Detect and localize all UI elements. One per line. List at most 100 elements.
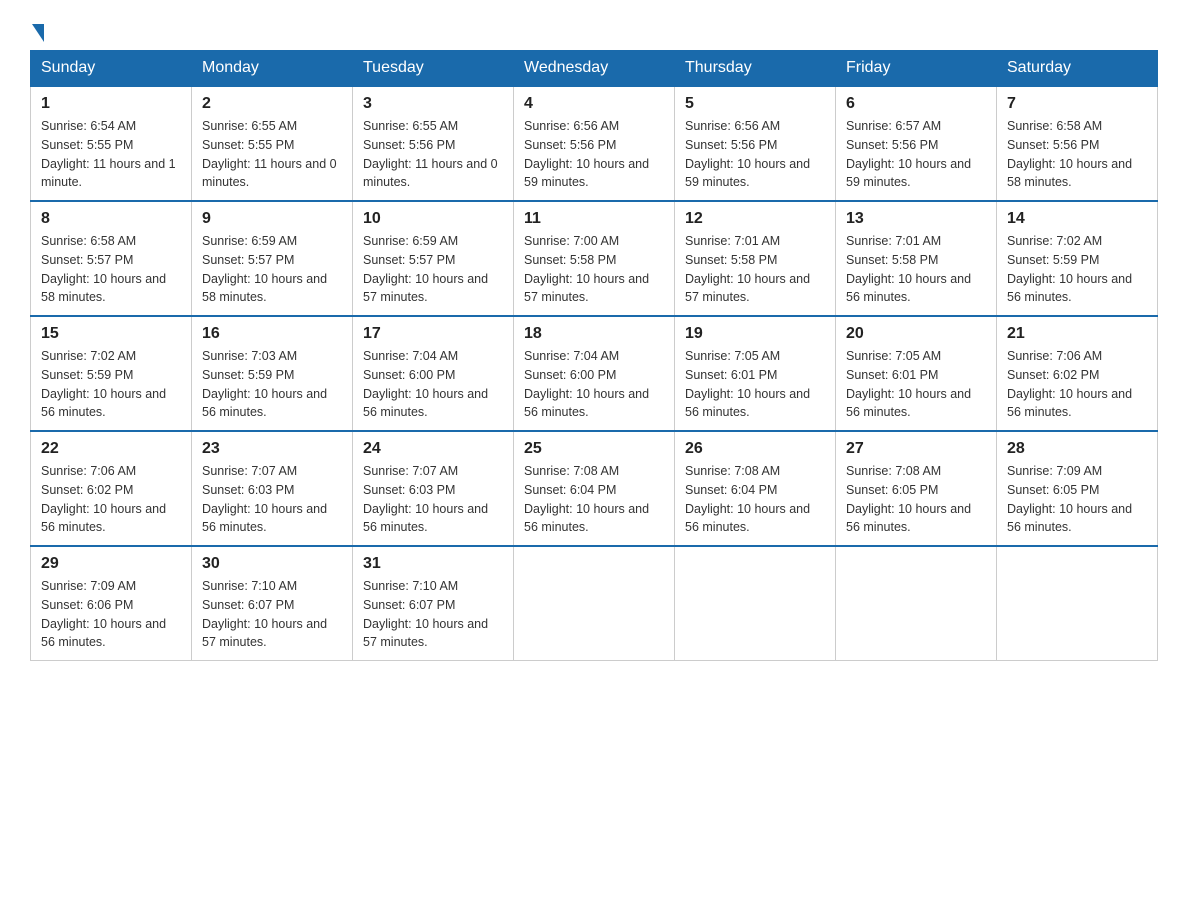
day-info: Sunrise: 7:05 AMSunset: 6:01 PMDaylight:…: [685, 347, 825, 422]
day-info: Sunrise: 7:09 AMSunset: 6:05 PMDaylight:…: [1007, 462, 1147, 537]
day-info: Sunrise: 6:58 AMSunset: 5:57 PMDaylight:…: [41, 232, 181, 307]
day-info: Sunrise: 7:07 AMSunset: 6:03 PMDaylight:…: [363, 462, 503, 537]
day-info: Sunrise: 7:02 AMSunset: 5:59 PMDaylight:…: [41, 347, 181, 422]
day-info: Sunrise: 6:58 AMSunset: 5:56 PMDaylight:…: [1007, 117, 1147, 192]
calendar-cell: 24 Sunrise: 7:07 AMSunset: 6:03 PMDaylig…: [353, 431, 514, 546]
calendar-cell: 27 Sunrise: 7:08 AMSunset: 6:05 PMDaylig…: [836, 431, 997, 546]
day-info: Sunrise: 7:08 AMSunset: 6:04 PMDaylight:…: [524, 462, 664, 537]
calendar-cell: [675, 546, 836, 661]
calendar-cell: 7 Sunrise: 6:58 AMSunset: 5:56 PMDayligh…: [997, 86, 1158, 201]
day-number: 19: [685, 325, 825, 343]
calendar-cell: 13 Sunrise: 7:01 AMSunset: 5:58 PMDaylig…: [836, 201, 997, 316]
day-number: 31: [363, 555, 503, 573]
day-number: 7: [1007, 95, 1147, 113]
calendar-week-row: 8 Sunrise: 6:58 AMSunset: 5:57 PMDayligh…: [31, 201, 1158, 316]
calendar-cell: 8 Sunrise: 6:58 AMSunset: 5:57 PMDayligh…: [31, 201, 192, 316]
day-info: Sunrise: 7:04 AMSunset: 6:00 PMDaylight:…: [363, 347, 503, 422]
day-info: Sunrise: 7:06 AMSunset: 6:02 PMDaylight:…: [41, 462, 181, 537]
day-number: 27: [846, 440, 986, 458]
day-number: 12: [685, 210, 825, 228]
calendar-week-row: 29 Sunrise: 7:09 AMSunset: 6:06 PMDaylig…: [31, 546, 1158, 661]
calendar-cell: 3 Sunrise: 6:55 AMSunset: 5:56 PMDayligh…: [353, 86, 514, 201]
day-info: Sunrise: 7:03 AMSunset: 5:59 PMDaylight:…: [202, 347, 342, 422]
calendar-cell: 25 Sunrise: 7:08 AMSunset: 6:04 PMDaylig…: [514, 431, 675, 546]
day-info: Sunrise: 6:56 AMSunset: 5:56 PMDaylight:…: [685, 117, 825, 192]
calendar-cell: [836, 546, 997, 661]
day-number: 13: [846, 210, 986, 228]
day-number: 17: [363, 325, 503, 343]
day-number: 29: [41, 555, 181, 573]
calendar-cell: 21 Sunrise: 7:06 AMSunset: 6:02 PMDaylig…: [997, 316, 1158, 431]
calendar-cell: 12 Sunrise: 7:01 AMSunset: 5:58 PMDaylig…: [675, 201, 836, 316]
calendar-cell: 23 Sunrise: 7:07 AMSunset: 6:03 PMDaylig…: [192, 431, 353, 546]
day-number: 18: [524, 325, 664, 343]
day-number: 22: [41, 440, 181, 458]
day-number: 23: [202, 440, 342, 458]
day-info: Sunrise: 7:09 AMSunset: 6:06 PMDaylight:…: [41, 577, 181, 652]
day-info: Sunrise: 7:04 AMSunset: 6:00 PMDaylight:…: [524, 347, 664, 422]
logo-arrow-icon: [32, 24, 44, 42]
calendar-cell: 2 Sunrise: 6:55 AMSunset: 5:55 PMDayligh…: [192, 86, 353, 201]
day-info: Sunrise: 6:59 AMSunset: 5:57 PMDaylight:…: [363, 232, 503, 307]
day-info: Sunrise: 7:07 AMSunset: 6:03 PMDaylight:…: [202, 462, 342, 537]
calendar-cell: 29 Sunrise: 7:09 AMSunset: 6:06 PMDaylig…: [31, 546, 192, 661]
day-info: Sunrise: 6:55 AMSunset: 5:56 PMDaylight:…: [363, 117, 503, 192]
day-info: Sunrise: 7:05 AMSunset: 6:01 PMDaylight:…: [846, 347, 986, 422]
day-header-thursday: Thursday: [675, 51, 836, 87]
day-number: 21: [1007, 325, 1147, 343]
day-info: Sunrise: 6:56 AMSunset: 5:56 PMDaylight:…: [524, 117, 664, 192]
day-number: 15: [41, 325, 181, 343]
day-number: 25: [524, 440, 664, 458]
day-number: 9: [202, 210, 342, 228]
calendar-week-row: 15 Sunrise: 7:02 AMSunset: 5:59 PMDaylig…: [31, 316, 1158, 431]
day-number: 28: [1007, 440, 1147, 458]
calendar-cell: 17 Sunrise: 7:04 AMSunset: 6:00 PMDaylig…: [353, 316, 514, 431]
calendar-cell: 30 Sunrise: 7:10 AMSunset: 6:07 PMDaylig…: [192, 546, 353, 661]
calendar-cell: 18 Sunrise: 7:04 AMSunset: 6:00 PMDaylig…: [514, 316, 675, 431]
day-header-wednesday: Wednesday: [514, 51, 675, 87]
calendar-cell: 20 Sunrise: 7:05 AMSunset: 6:01 PMDaylig…: [836, 316, 997, 431]
day-info: Sunrise: 6:57 AMSunset: 5:56 PMDaylight:…: [846, 117, 986, 192]
calendar-cell: 6 Sunrise: 6:57 AMSunset: 5:56 PMDayligh…: [836, 86, 997, 201]
calendar-cell: 16 Sunrise: 7:03 AMSunset: 5:59 PMDaylig…: [192, 316, 353, 431]
calendar-cell: 10 Sunrise: 6:59 AMSunset: 5:57 PMDaylig…: [353, 201, 514, 316]
day-number: 16: [202, 325, 342, 343]
day-number: 30: [202, 555, 342, 573]
day-info: Sunrise: 7:08 AMSunset: 6:04 PMDaylight:…: [685, 462, 825, 537]
calendar-week-row: 22 Sunrise: 7:06 AMSunset: 6:02 PMDaylig…: [31, 431, 1158, 546]
day-info: Sunrise: 7:01 AMSunset: 5:58 PMDaylight:…: [846, 232, 986, 307]
day-info: Sunrise: 6:55 AMSunset: 5:55 PMDaylight:…: [202, 117, 342, 192]
calendar-cell: 4 Sunrise: 6:56 AMSunset: 5:56 PMDayligh…: [514, 86, 675, 201]
calendar-cell: 28 Sunrise: 7:09 AMSunset: 6:05 PMDaylig…: [997, 431, 1158, 546]
calendar-cell: 1 Sunrise: 6:54 AMSunset: 5:55 PMDayligh…: [31, 86, 192, 201]
calendar-cell: 22 Sunrise: 7:06 AMSunset: 6:02 PMDaylig…: [31, 431, 192, 546]
day-number: 4: [524, 95, 664, 113]
calendar-table: SundayMondayTuesdayWednesdayThursdayFrid…: [30, 50, 1158, 661]
day-info: Sunrise: 6:54 AMSunset: 5:55 PMDaylight:…: [41, 117, 181, 192]
calendar-cell: 26 Sunrise: 7:08 AMSunset: 6:04 PMDaylig…: [675, 431, 836, 546]
calendar-cell: [997, 546, 1158, 661]
calendar-cell: 11 Sunrise: 7:00 AMSunset: 5:58 PMDaylig…: [514, 201, 675, 316]
day-number: 14: [1007, 210, 1147, 228]
day-header-monday: Monday: [192, 51, 353, 87]
day-info: Sunrise: 7:00 AMSunset: 5:58 PMDaylight:…: [524, 232, 664, 307]
day-info: Sunrise: 7:08 AMSunset: 6:05 PMDaylight:…: [846, 462, 986, 537]
day-number: 1: [41, 95, 181, 113]
day-info: Sunrise: 7:01 AMSunset: 5:58 PMDaylight:…: [685, 232, 825, 307]
calendar-cell: 14 Sunrise: 7:02 AMSunset: 5:59 PMDaylig…: [997, 201, 1158, 316]
day-header-sunday: Sunday: [31, 51, 192, 87]
day-number: 26: [685, 440, 825, 458]
day-number: 11: [524, 210, 664, 228]
day-info: Sunrise: 6:59 AMSunset: 5:57 PMDaylight:…: [202, 232, 342, 307]
calendar-header-row: SundayMondayTuesdayWednesdayThursdayFrid…: [31, 51, 1158, 87]
day-number: 6: [846, 95, 986, 113]
day-number: 2: [202, 95, 342, 113]
day-header-saturday: Saturday: [997, 51, 1158, 87]
day-number: 3: [363, 95, 503, 113]
calendar-cell: [514, 546, 675, 661]
calendar-week-row: 1 Sunrise: 6:54 AMSunset: 5:55 PMDayligh…: [31, 86, 1158, 201]
day-number: 20: [846, 325, 986, 343]
day-number: 24: [363, 440, 503, 458]
calendar-cell: 9 Sunrise: 6:59 AMSunset: 5:57 PMDayligh…: [192, 201, 353, 316]
page-header: [30, 20, 1158, 40]
